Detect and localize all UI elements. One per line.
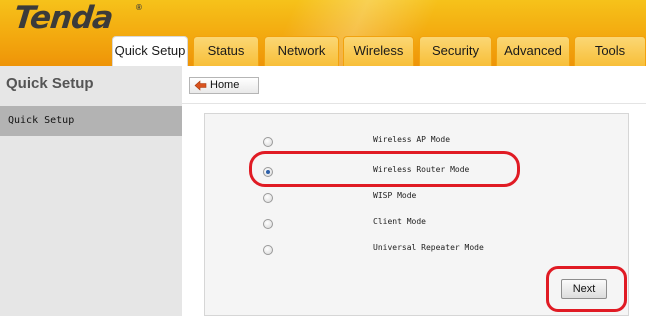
home-button-label: Home <box>210 79 240 91</box>
header-bar: Tenda ® Quick Setup Status Network Wirel… <box>0 0 646 66</box>
sidebar-title: Quick Setup <box>6 75 94 92</box>
radio-wisp[interactable] <box>263 193 273 203</box>
mode-option-universal-repeater[interactable]: Universal Repeater Mode <box>205 238 630 262</box>
tab-advanced[interactable]: Advanced <box>496 36 570 66</box>
home-button[interactable]: Home <box>189 77 259 94</box>
tab-security[interactable]: Security <box>419 36 492 66</box>
tab-wireless[interactable]: Wireless <box>343 36 414 66</box>
tab-quick-setup[interactable]: Quick Setup <box>112 36 188 66</box>
mode-label-universal-repeater: Universal Repeater Mode <box>373 243 484 252</box>
mode-label-wisp: WISP Mode <box>373 191 417 200</box>
mode-option-client[interactable]: Client Mode <box>205 212 630 236</box>
sidebar: Quick Setup Quick Setup <box>0 66 182 316</box>
highlight-outline-next <box>546 266 627 312</box>
radio-wireless-ap[interactable] <box>263 137 273 147</box>
radio-universal-repeater[interactable] <box>263 245 273 255</box>
content-divider <box>182 103 646 104</box>
radio-client[interactable] <box>263 219 273 229</box>
mode-label-client: Client Mode <box>373 217 426 226</box>
tab-network[interactable]: Network <box>264 36 339 66</box>
registered-mark: ® <box>136 3 142 12</box>
highlight-outline-router-mode <box>249 151 520 187</box>
sidebar-item-quick-setup[interactable]: Quick Setup <box>0 106 182 136</box>
mode-option-wisp[interactable]: WISP Mode <box>205 186 630 210</box>
tab-status[interactable]: Status <box>193 36 259 66</box>
tab-tools[interactable]: Tools <box>574 36 646 66</box>
tenda-logo: Tenda <box>12 0 115 36</box>
arrow-left-icon <box>194 80 207 91</box>
mode-label-wireless-ap: Wireless AP Mode <box>373 135 451 144</box>
